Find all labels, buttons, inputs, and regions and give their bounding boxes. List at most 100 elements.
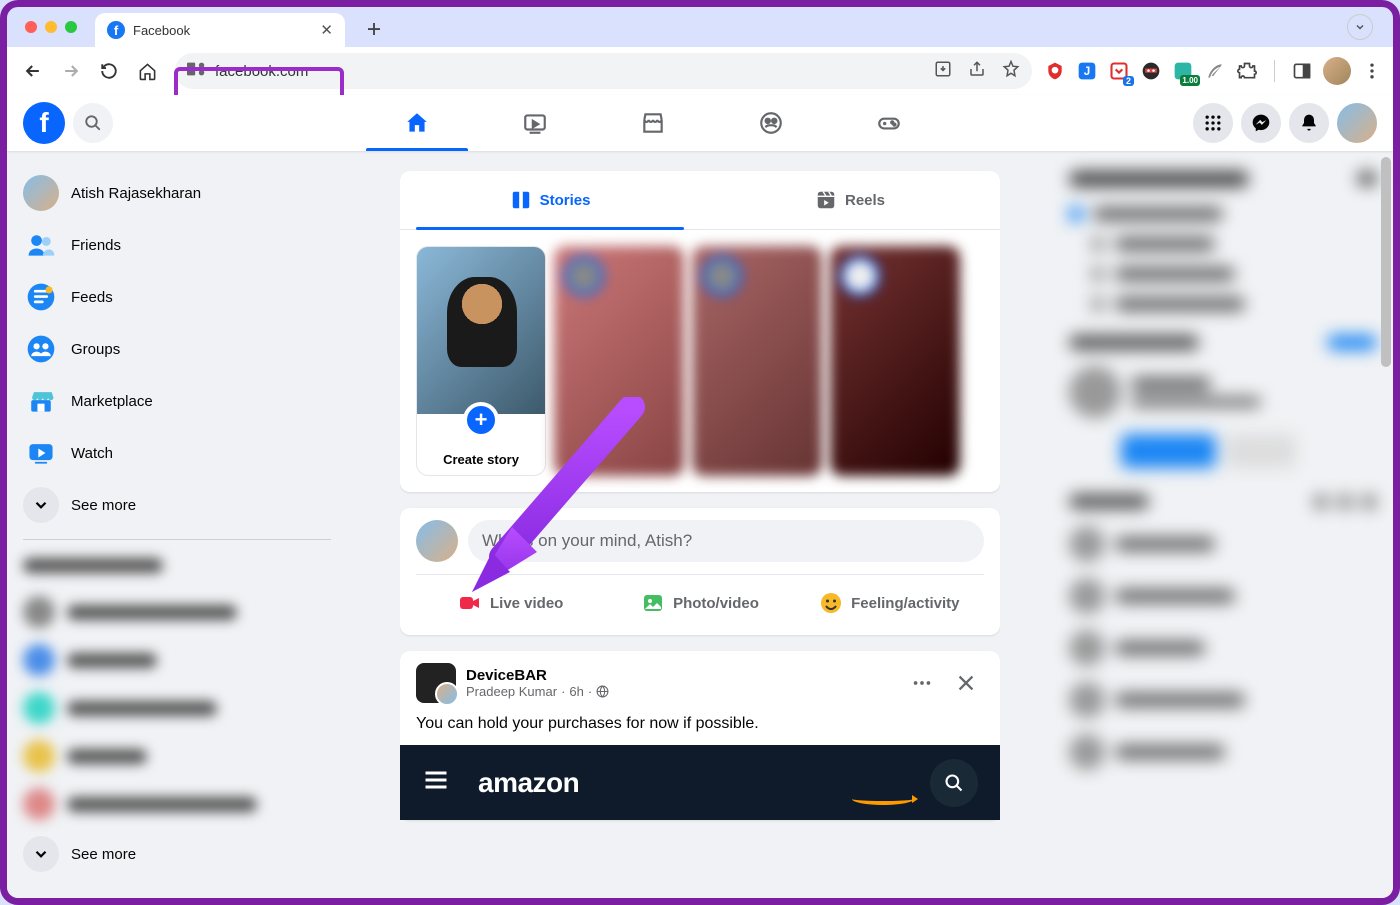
- browser-toolbar: facebook.com J 2 1.00: [7, 47, 1393, 95]
- back-button[interactable]: [17, 55, 49, 87]
- tabs-dropdown-button[interactable]: [1347, 14, 1373, 40]
- reload-button[interactable]: [93, 55, 125, 87]
- action-label: Photo/video: [673, 595, 759, 612]
- tab-reels[interactable]: Reels: [700, 171, 1000, 229]
- plus-icon: +: [463, 402, 499, 438]
- url-text: facebook.com: [215, 63, 308, 80]
- nav-gaming[interactable]: [834, 95, 944, 151]
- sidebar-profile-link[interactable]: Atish Rajasekharan: [15, 167, 339, 219]
- composer-input[interactable]: What's on your mind, Atish?: [468, 520, 984, 562]
- nav-home[interactable]: [362, 95, 472, 151]
- extension-teal-icon[interactable]: 1.00: [1172, 60, 1194, 82]
- tab-title: Facebook: [133, 23, 312, 38]
- post-link-preview[interactable]: amazon: [400, 745, 1000, 820]
- post-close-button[interactable]: [948, 665, 984, 701]
- facebook-favicon: f: [107, 21, 125, 39]
- camera-icon: [458, 591, 482, 615]
- extension-ninja-icon[interactable]: [1140, 60, 1162, 82]
- composer-card: What's on your mind, Atish? Live video P…: [400, 508, 1000, 635]
- close-window-button[interactable]: [25, 21, 37, 33]
- sidebar-watch[interactable]: Watch: [15, 427, 339, 479]
- profile-avatar-icon[interactable]: [1323, 57, 1351, 85]
- sidebar-feeds[interactable]: Feeds: [15, 271, 339, 323]
- post-text: You can hold your purchases for now if p…: [400, 715, 1000, 745]
- friends-icon: [23, 227, 59, 263]
- extension-quill-icon[interactable]: [1204, 60, 1226, 82]
- site-settings-icon[interactable]: [187, 62, 207, 81]
- post-author[interactable]: DeviceBAR: [466, 667, 894, 684]
- side-panel-icon[interactable]: [1291, 60, 1313, 82]
- scrollbar-thumb[interactable]: [1381, 157, 1391, 367]
- smiley-icon: [819, 591, 843, 615]
- story-card-blurred[interactable]: [554, 246, 684, 476]
- close-tab-button[interactable]: ✕: [320, 21, 333, 39]
- install-app-icon[interactable]: [934, 60, 952, 83]
- sidebar-item-label: Groups: [71, 341, 120, 358]
- post-subauthor[interactable]: Pradeep Kumar: [466, 684, 557, 699]
- sidebar-friends[interactable]: Friends: [15, 219, 339, 271]
- composer-feeling[interactable]: Feeling/activity: [795, 583, 984, 623]
- feed-post: DeviceBAR Pradeep Kumar · 6h ·: [400, 651, 1000, 820]
- search-button[interactable]: [73, 103, 113, 143]
- home-button[interactable]: [131, 55, 163, 87]
- tab-label: Reels: [845, 192, 885, 209]
- composer-actions: Live video Photo/video Feeling/activity: [416, 583, 984, 623]
- facebook-logo[interactable]: f: [23, 102, 65, 144]
- nav-marketplace[interactable]: [598, 95, 708, 151]
- stories-icon: [510, 189, 532, 211]
- post-metadata: Pradeep Kumar · 6h ·: [466, 684, 894, 699]
- story-card-blurred[interactable]: [830, 246, 960, 476]
- search-icon: [930, 759, 978, 807]
- browser-menu-icon[interactable]: [1361, 60, 1383, 82]
- facebook-page: f Atish Raja: [7, 95, 1393, 898]
- sidebar-item-label: Feeds: [71, 289, 113, 306]
- composer-photo-video[interactable]: Photo/video: [605, 583, 794, 623]
- user-story-photo: [417, 247, 545, 414]
- sidebar-item-label: Marketplace: [71, 393, 153, 410]
- sidebar-groups[interactable]: Groups: [15, 323, 339, 375]
- extension-blue-j-icon[interactable]: J: [1076, 60, 1098, 82]
- menu-grid-button[interactable]: [1193, 103, 1233, 143]
- extension-icons: J 2 1.00: [1044, 57, 1383, 85]
- composer-live-video[interactable]: Live video: [416, 583, 605, 623]
- chevron-down-icon: [23, 487, 59, 523]
- sidebar-marketplace[interactable]: Marketplace: [15, 375, 339, 427]
- stories-card: Stories Reels + Create story: [400, 171, 1000, 492]
- sidebar-see-more-bottom[interactable]: See more: [15, 828, 339, 880]
- nav-groups[interactable]: [716, 95, 826, 151]
- forward-button[interactable]: [55, 55, 87, 87]
- address-bar[interactable]: facebook.com: [175, 53, 1032, 89]
- browser-tab[interactable]: f Facebook ✕: [95, 13, 345, 47]
- stories-row: + Create story: [400, 230, 1000, 492]
- bookmark-icon[interactable]: [1002, 60, 1020, 83]
- composer-avatar[interactable]: [416, 520, 458, 562]
- create-story-card[interactable]: + Create story: [416, 246, 546, 476]
- share-icon[interactable]: [968, 60, 986, 83]
- facebook-body: Atish Rajasekharan Friends Feeds Groups …: [7, 151, 1393, 898]
- nav-video[interactable]: [480, 95, 590, 151]
- maximize-window-button[interactable]: [65, 21, 77, 33]
- svg-text:J: J: [1084, 65, 1090, 78]
- extensions-menu-icon[interactable]: [1236, 60, 1258, 82]
- feeds-icon: [23, 279, 59, 315]
- sidebar-see-more[interactable]: See more: [15, 479, 339, 531]
- minimize-window-button[interactable]: [45, 21, 57, 33]
- feed-column: Stories Reels + Create story: [400, 151, 1000, 898]
- account-avatar[interactable]: [1337, 103, 1377, 143]
- post-time: 6h: [569, 684, 583, 699]
- main-nav: [113, 95, 1193, 151]
- post-avatar[interactable]: [416, 663, 456, 703]
- new-tab-button[interactable]: [359, 14, 389, 44]
- sidebar-shortcuts-blurred: [15, 552, 339, 828]
- tab-stories[interactable]: Stories: [400, 171, 700, 229]
- extension-pocket-icon[interactable]: 2: [1108, 60, 1130, 82]
- notifications-button[interactable]: [1289, 103, 1329, 143]
- post-menu-button[interactable]: [904, 665, 940, 701]
- messenger-button[interactable]: [1241, 103, 1281, 143]
- groups-icon: [23, 331, 59, 367]
- extension-ublock-icon[interactable]: [1044, 60, 1066, 82]
- facebook-header: f: [7, 95, 1393, 151]
- story-card-blurred[interactable]: [692, 246, 822, 476]
- right-sidebar-blurred: [1053, 151, 1393, 898]
- sidebar-user-name: Atish Rajasekharan: [71, 185, 201, 202]
